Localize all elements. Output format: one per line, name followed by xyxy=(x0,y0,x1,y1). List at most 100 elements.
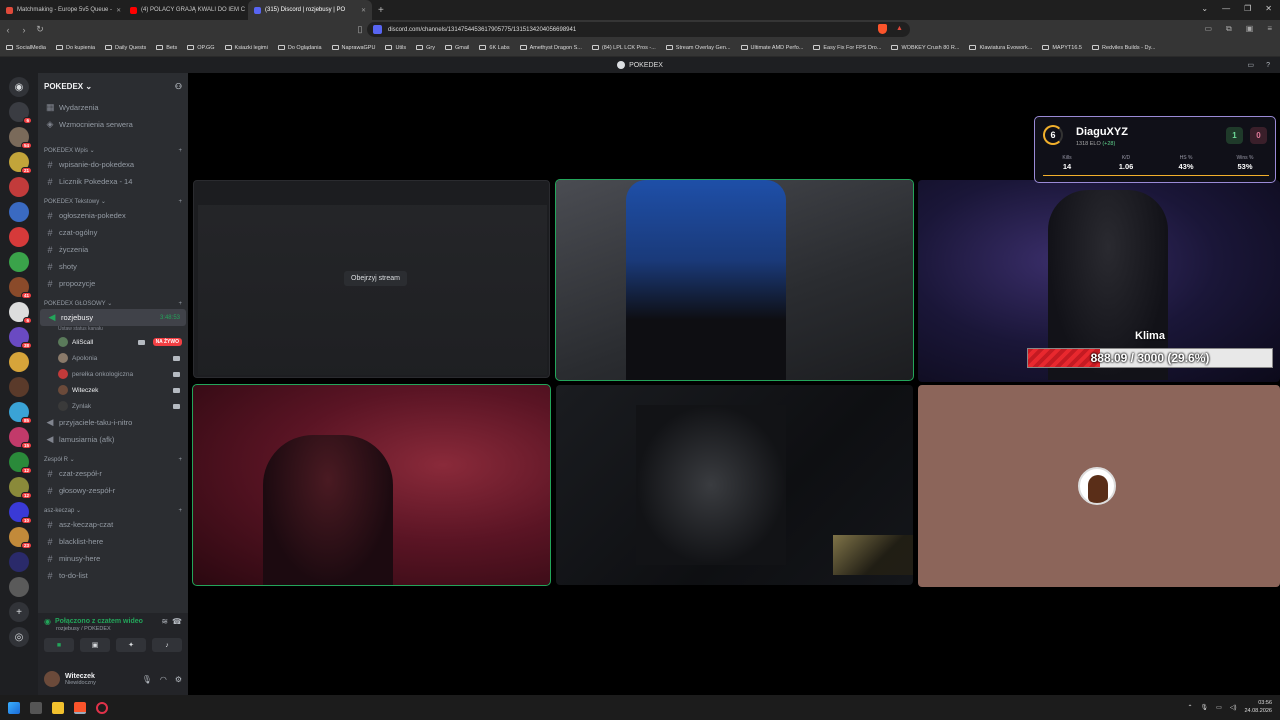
server-icon[interactable]: 85 xyxy=(9,402,32,424)
server-icon[interactable]: 38 xyxy=(9,327,32,349)
camera-tile[interactable] xyxy=(555,179,914,381)
add-channel-icon[interactable]: + xyxy=(178,508,182,514)
server-icon[interactable]: 6 xyxy=(9,302,32,324)
text-channel[interactable]: # asz-keczap-czat xyxy=(38,516,188,533)
bookmark-item[interactable]: Utils xyxy=(385,45,406,51)
category-header[interactable]: POKEDEX Wpis ⌄ + xyxy=(38,139,188,156)
watch-stream-button[interactable]: Obejrzyj stream xyxy=(344,271,408,286)
bookmark-item[interactable]: WOBKEY Crush 80 R... xyxy=(891,45,959,51)
bookmark-item[interactable]: 6K Labs xyxy=(479,45,510,51)
guild-header[interactable]: POKEDEX ⌄ ⚇ xyxy=(38,73,188,99)
avatar[interactable] xyxy=(44,671,60,687)
gear-icon[interactable]: ⚙ xyxy=(175,675,182,684)
reload-icon[interactable]: ↻ xyxy=(32,24,48,35)
menu-icon[interactable]: ≡ xyxy=(1267,24,1272,34)
voice-channel[interactable]: ◀ przyjaciele-taku-i-nitro xyxy=(38,414,188,431)
voice-user[interactable]: Apolonia xyxy=(38,350,188,366)
maximize-icon[interactable]: ❐ xyxy=(1244,4,1251,13)
brave-shield-icon[interactable] xyxy=(878,24,887,34)
server-icon[interactable] xyxy=(9,552,29,572)
mic-tray-icon[interactable]: 🎙 xyxy=(1201,704,1209,711)
bookmark-item[interactable]: Do kupienia xyxy=(55,45,95,51)
sidebar-icon[interactable]: ▭ xyxy=(1204,24,1212,34)
chevron-down-icon[interactable]: ⌄ xyxy=(1201,4,1208,13)
server-icon[interactable] xyxy=(9,202,29,222)
sidebar-item-boosts[interactable]: ◈ Wzmocnienia serwera xyxy=(38,116,188,133)
category-header[interactable]: asz-keczap ⌄ + xyxy=(38,499,188,516)
noise-suppression-icon[interactable]: ≋ xyxy=(161,617,168,626)
camera-tile[interactable] xyxy=(556,385,913,585)
bookmark-item[interactable]: Ksiazki legimi xyxy=(224,45,268,51)
add-channel-icon[interactable]: + xyxy=(178,199,182,205)
task-view-icon[interactable] xyxy=(30,701,42,714)
bookmark-item[interactable]: OP.GG xyxy=(187,45,215,51)
screen-share-button[interactable]: ▣ xyxy=(80,638,110,652)
volume-icon[interactable]: ◁) xyxy=(1230,704,1237,711)
brave-browser-icon[interactable] xyxy=(74,701,86,714)
bookmark-item[interactable]: Ultimate AMD Perfo... xyxy=(740,45,803,51)
bookmark-item[interactable]: Klawiatura Evowork... xyxy=(969,45,1032,51)
server-icon[interactable] xyxy=(9,177,29,197)
text-channel[interactable]: # blacklist-here xyxy=(38,533,188,550)
discord-home-icon[interactable]: ◉ xyxy=(9,77,29,97)
bookmark-item[interactable]: Daily Quests xyxy=(105,45,146,51)
camera-button[interactable]: ■ xyxy=(44,638,74,652)
server-icon[interactable] xyxy=(9,577,29,597)
extensions-icon[interactable]: ⧉ xyxy=(1226,24,1232,34)
rewards-icon[interactable]: ▲ xyxy=(896,25,903,32)
bookmark-item[interactable]: Stream Overlay Gen... xyxy=(665,45,731,51)
clock[interactable]: 03:56 24.08.2026 xyxy=(1244,699,1272,715)
wallet-icon[interactable]: ▣ xyxy=(1246,24,1254,34)
text-channel[interactable]: # minusy-here xyxy=(38,550,188,567)
server-icon[interactable] xyxy=(9,227,29,247)
server-icon[interactable] xyxy=(9,252,29,272)
site-info-icon[interactable] xyxy=(373,25,382,34)
bookmark-item[interactable]: Do Oglądania xyxy=(277,45,322,51)
windows-start-icon[interactable] xyxy=(8,701,20,714)
text-channel[interactable]: # Licznik Pokedexa - 14 xyxy=(38,173,188,190)
voice-channel[interactable]: ◀ lamusiarnia (afk) xyxy=(38,431,188,448)
microphone-icon[interactable]: 🎙 xyxy=(142,675,152,684)
voice-channel-active[interactable]: ◀ rozjebusy 3:48:53 xyxy=(40,309,186,326)
text-channel[interactable]: # czat-ogólny xyxy=(38,224,188,241)
soundboard-button[interactable]: ♪ xyxy=(152,638,182,652)
voice-user[interactable]: Zynlak xyxy=(38,398,188,414)
server-icon[interactable]: 12 xyxy=(9,452,32,474)
disconnect-icon[interactable]: ☎ xyxy=(172,617,182,626)
bookmark-item[interactable]: (84) LPL LCK Pros -... xyxy=(591,45,656,51)
avatar-tile[interactable] xyxy=(918,385,1280,587)
browser-tab[interactable]: Matchmaking - Europe 5v5 Queue - ✕ xyxy=(0,0,124,20)
bookmark-icon[interactable]: ▯ xyxy=(352,24,368,35)
text-channel[interactable]: # głosowy-zespół-r xyxy=(38,482,188,499)
server-icon[interactable]: 21 xyxy=(9,152,32,174)
bookmark-item[interactable]: Easy Fix For FPS Dro... xyxy=(813,45,881,51)
text-channel[interactable]: # czat-zespół-r xyxy=(38,465,188,482)
file-explorer-icon[interactable] xyxy=(52,701,64,714)
text-channel[interactable]: # propozycje xyxy=(38,275,188,292)
browser-tab-active[interactable]: (315) Discord | rozjebusy | PO ✕ xyxy=(248,0,372,20)
close-icon[interactable]: ✕ xyxy=(116,7,121,14)
server-icon[interactable]: 15 xyxy=(9,427,32,449)
camera-tile[interactable] xyxy=(192,384,551,586)
server-icon[interactable]: 41 xyxy=(9,277,32,299)
network-icon[interactable]: ▭ xyxy=(1216,704,1222,711)
bookmark-item[interactable]: Gmail xyxy=(445,45,469,51)
bookmark-item[interactable]: Amethyst Dragon S... xyxy=(519,45,582,51)
text-channel[interactable]: # to-do-list xyxy=(38,567,188,584)
url-bar[interactable]: discord.com/channels/1314754453617905775… xyxy=(367,22,910,37)
forward-icon[interactable]: › xyxy=(16,25,32,35)
category-header[interactable]: POKEDEX Tekstowy ⌄ + xyxy=(38,190,188,207)
server-icon[interactable] xyxy=(9,352,29,372)
add-friend-icon[interactable]: ⚇ xyxy=(175,82,182,91)
bookmark-item[interactable]: SocialMedia xyxy=(6,45,46,51)
category-header[interactable]: POKEDEX GŁOSOWY ⌄ + xyxy=(38,292,188,309)
voice-user[interactable]: Witeczek xyxy=(38,382,188,398)
add-channel-icon[interactable]: + xyxy=(178,457,182,463)
stream-tile[interactable]: Obejrzyj stream xyxy=(193,180,550,378)
server-icon[interactable] xyxy=(9,377,29,397)
add-channel-icon[interactable]: + xyxy=(178,301,182,307)
new-tab-button[interactable]: + xyxy=(372,5,390,16)
bookmark-item[interactable]: MAPYT16.5 xyxy=(1042,45,1082,51)
text-channel[interactable]: # ogłoszenia-pokedex xyxy=(38,207,188,224)
server-icon[interactable]: 6 xyxy=(9,102,32,124)
